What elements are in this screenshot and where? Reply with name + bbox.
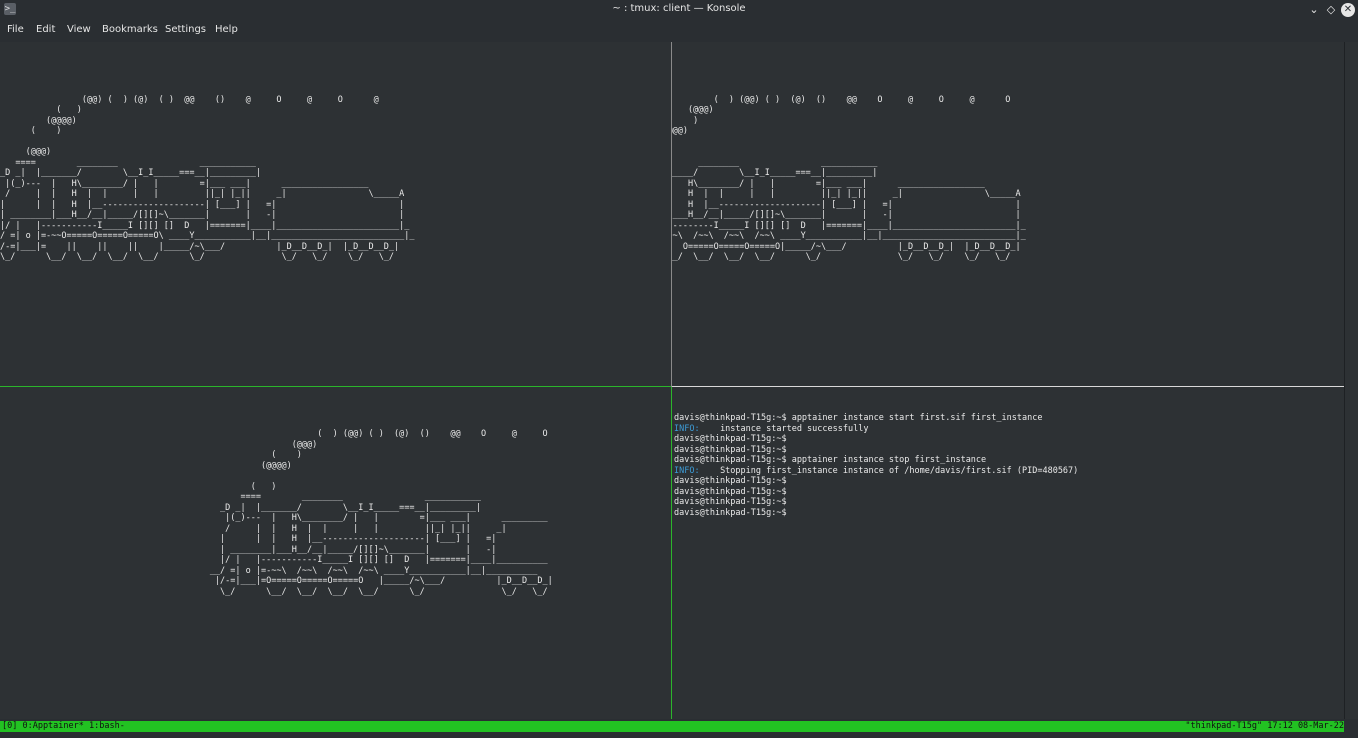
shell-line: INFO: instance started successfully (674, 424, 1342, 435)
shell-text: Stopping first_instance instance of /hom… (699, 465, 1079, 476)
shell-output: davis@thinkpad-T15g:~$ apptainer instanc… (674, 413, 1342, 518)
info-prefix: INFO: (674, 465, 700, 476)
info-prefix: INFO: (674, 423, 700, 434)
pane-divider-horizontal (672, 386, 1344, 387)
pane-top-left[interactable]: (@@) ( ) (@) ( ) @@ () @ O @ O @ ( ) (@@… (0, 42, 670, 386)
tmux-status-bar: [0] 0:Apptainer* 1:bash- "thinkpad-T15g"… (0, 721, 1344, 732)
shell-line: davis@thinkpad-T15g:~$ apptainer instanc… (674, 413, 1342, 424)
sl-train-ascii: ( ) (@@) ( ) (@) () @@ O @ O @ O (@@@) ( (672, 94, 1026, 263)
tmux-window-list[interactable]: [0] 0:Apptainer* 1:bash- (2, 721, 125, 732)
menu-edit[interactable]: Edit (36, 24, 55, 35)
minimize-icon[interactable]: ⌄ (1307, 3, 1321, 17)
window-title: ~ : tmux: client — Konsole (612, 3, 746, 14)
pane-divider-vertical-active (671, 387, 672, 719)
shell-line: davis@thinkpad-T15g:~$ (674, 445, 1342, 456)
shell-text: davis@thinkpad-T15g:~$ (674, 497, 787, 507)
shell-text: davis@thinkpad-T15g:~$ (674, 507, 787, 518)
tmux-status-right: "thinkpad-T15g" 17:12 08-Mar-22 (1185, 721, 1344, 731)
close-icon[interactable]: ✕ (1341, 3, 1355, 17)
sl-train-ascii: ( ) (@@) ( ) (@) () @@ O @ O (@@@) ( ) (… (209, 429, 553, 597)
title-bar: >_ ~ : tmux: client — Konsole ⌄ ◇ ✕ (0, 0, 1358, 20)
pane-divider-horizontal-active (0, 386, 671, 387)
pane-top-right[interactable]: ( ) (@@) ( ) (@) () @@ O @ O @ O (@@@) ( (672, 42, 1344, 386)
shell-line: davis@thinkpad-T15g:~$ (674, 476, 1342, 487)
pane-bottom-left[interactable]: ( ) (@@) ( ) (@) () @@ O @ O (@@@) ( ) (… (0, 387, 670, 719)
pane-bottom-right[interactable]: davis@thinkpad-T15g:~$ apptainer instanc… (674, 392, 1342, 719)
shell-line: INFO: Stopping first_instance instance o… (674, 466, 1342, 477)
shell-line: davis@thinkpad-T15g:~$ (674, 497, 1342, 508)
shell-text: davis@thinkpad-T15g:~$ apptainer instanc… (674, 455, 987, 465)
shell-text: davis@thinkpad-T15g:~$ (674, 486, 787, 497)
menu-file[interactable]: File (7, 24, 24, 35)
shell-line: davis@thinkpad-T15g:~$ (674, 508, 1342, 519)
shell-line: davis@thinkpad-T15g:~$ (674, 487, 1342, 498)
scrollbar[interactable] (1344, 42, 1358, 719)
keep-above-icon[interactable]: ◇ (1324, 3, 1338, 17)
shell-text: davis@thinkpad-T15g:~$ (674, 476, 787, 486)
shell-line: davis@thinkpad-T15g:~$ apptainer instanc… (674, 455, 1342, 466)
shell-text: instance started successfully (699, 423, 869, 434)
menu-bar: File Edit View Bookmarks Settings Help (0, 21, 1358, 41)
menu-view[interactable]: View (67, 24, 91, 35)
shell-text: davis@thinkpad-T15g:~$ (674, 434, 787, 444)
shell-text: davis@thinkpad-T15g:~$ apptainer instanc… (674, 413, 1043, 423)
menu-bookmarks[interactable]: Bookmarks (102, 24, 158, 35)
sl-train-ascii: (@@) ( ) (@) ( ) @@ () @ O @ O @ ( ) (@@… (0, 94, 415, 263)
shell-text: davis@thinkpad-T15g:~$ (674, 444, 787, 455)
menu-settings[interactable]: Settings (165, 24, 206, 35)
shell-line: davis@thinkpad-T15g:~$ (674, 434, 1342, 445)
menu-help[interactable]: Help (215, 24, 238, 35)
